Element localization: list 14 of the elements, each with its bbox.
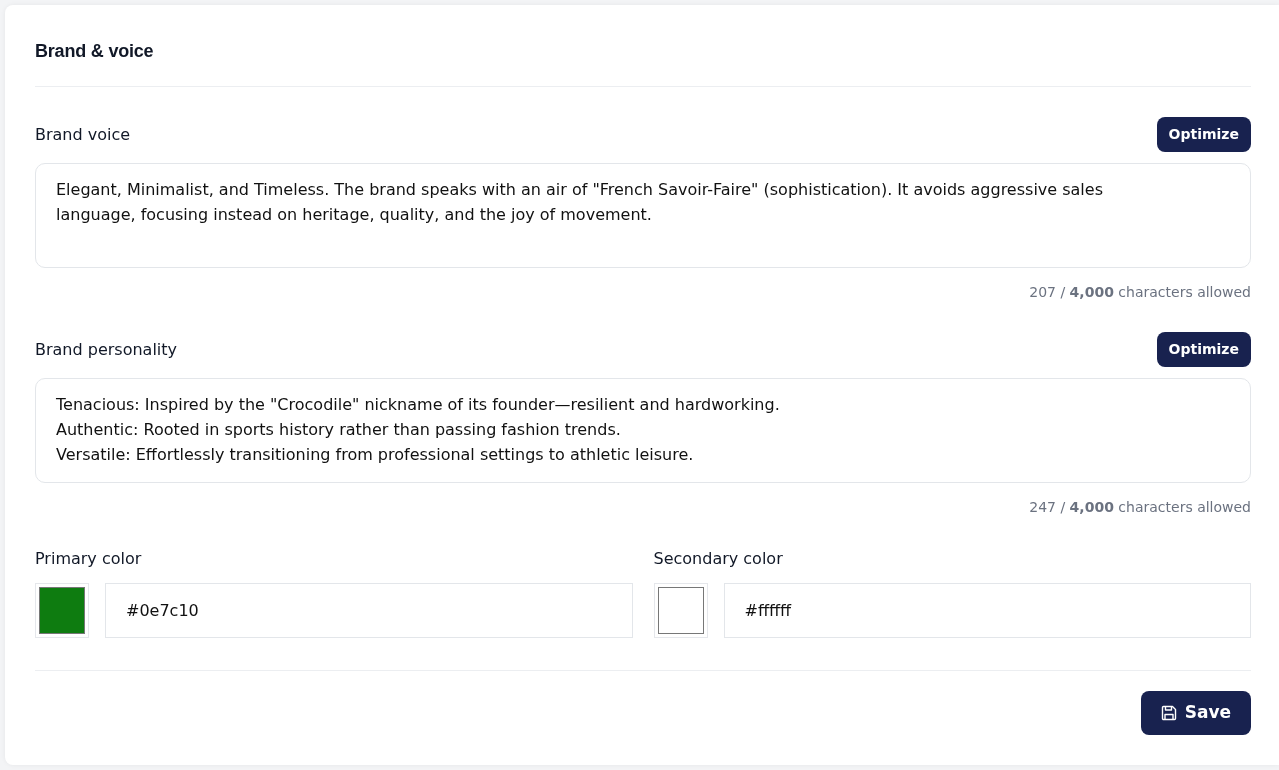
hex-input-field[interactable]: #ffffff <box>723 583 1251 638</box>
optimize-button[interactable]: Optimize <box>1156 332 1251 367</box>
field-label: Brand voice <box>35 123 131 146</box>
save-button[interactable]: Save <box>1140 691 1251 735</box>
field-label: Secondary color <box>653 548 784 570</box>
character-count: 247 / 4,000 characters allowed <box>1028 498 1251 517</box>
optimize-button[interactable]: Optimize <box>1156 117 1251 152</box>
text-area[interactable]: Elegant, Minimalist, and Timeless. The brand speaks with an air of "French Savoir-Faire" (sophistication). It avoids aggressive sales language, focusing instead on heritage, quality, and the joy of movement. <box>35 163 1251 268</box>
field-label: Brand personality <box>35 338 178 361</box>
hex-input-field[interactable]: #0e7c10 <box>105 583 633 638</box>
field-label: Primary color <box>35 548 143 570</box>
text-area[interactable]: Tenacious: Inspired by the "Crocodile" nickname of its founder—resilient and hardworking. Authentic: Rooted in sports history rather than passing fashion trends. Versatile: Effortlessly transitioning from professional settings to athletic leisure. <box>35 378 1251 483</box>
character-count: 207 / 4,000 characters allowed <box>1028 283 1251 302</box>
section-title: Brand & voice <box>35 40 155 63</box>
